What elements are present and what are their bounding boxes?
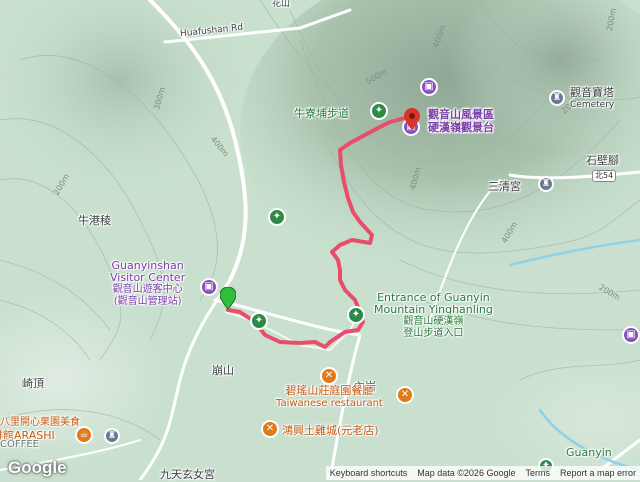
visitor-zh-line2: (觀音山管理站): [113, 296, 182, 307]
place-orchard[interactable]: 八里開心果園美食: [0, 413, 80, 428]
place-bengshan[interactable]: 崩山: [212, 362, 234, 378]
baota-sub: Cemetery: [570, 100, 615, 110]
camera-icon[interactable]: ▣: [200, 278, 218, 296]
end-pin-icon[interactable]: [404, 108, 420, 130]
trail-label-top[interactable]: 牛寮埔步道: [294, 105, 349, 121]
place-niugang[interactable]: 牛港稜: [78, 212, 111, 228]
place-cafe[interactable]: COFFEE: [0, 439, 39, 450]
entrance-label[interactable]: Entrance of Guanyin Mountain Yinghanling…: [374, 292, 493, 340]
restaurant-icon[interactable]: ✕: [396, 386, 414, 404]
route-shield[interactable]: 北54: [592, 170, 617, 182]
place-qiding[interactable]: 崎頂: [22, 375, 44, 391]
entrance-zh-line1: 觀音山硬漢嶺: [403, 316, 464, 327]
restaurant-icon[interactable]: ✕: [261, 420, 279, 438]
keyboard-shortcuts-link[interactable]: Keyboard shortcuts: [330, 468, 408, 478]
temple-icon[interactable]: ♜: [549, 90, 565, 106]
attribution-bar: Keyboard shortcuts Map data ©2026 Google…: [325, 466, 640, 480]
report-error-link[interactable]: Report a map error: [560, 468, 636, 478]
hiker-icon[interactable]: ✦: [250, 312, 268, 330]
place-sanqing[interactable]: 三清宮: [488, 178, 521, 194]
visitor-en-line2: Visitor Center: [110, 271, 186, 284]
restaurant-icon[interactable]: ✕: [320, 367, 338, 385]
camera-icon[interactable]: ▣: [420, 78, 438, 96]
place-chicken[interactable]: 鴻興土雞城(元老店): [282, 422, 379, 438]
restaurant-label[interactable]: 碧瑤山莊庭園餐廳 Taiwanese restaurant: [276, 384, 383, 410]
lookout-name-line2: 硬漢嶺觀景台: [428, 121, 494, 134]
place-guanyin-br[interactable]: Guanyin: [566, 446, 612, 459]
lookout-label[interactable]: 觀音山風景區 硬漢嶺觀景台: [428, 108, 494, 134]
hiker-icon[interactable]: ✦: [347, 306, 365, 324]
baota-name: 觀音寶塔: [570, 86, 614, 99]
map-canvas[interactable]: 400m 500m 400m 300m 400m 200m 400m 200m …: [0, 0, 640, 481]
lookout-name-line1: 觀音山風景區: [428, 108, 494, 121]
google-logo: Google: [8, 458, 67, 477]
terms-link[interactable]: Terms: [525, 468, 550, 478]
restaurant-icon[interactable]: ☕: [75, 426, 93, 444]
entrance-zh-line2: 登山步道入口: [403, 328, 464, 339]
map-data-credit: Map data ©2026 Google: [417, 468, 516, 478]
baota-label[interactable]: 觀音寶塔 Cemetery: [570, 86, 614, 112]
road-label-top[interactable]: 花山: [272, 0, 290, 9]
camera-icon[interactable]: ▣: [622, 326, 640, 344]
temple-icon[interactable]: ♜: [104, 428, 120, 444]
temple-icon[interactable]: ♜: [538, 176, 554, 192]
restaurant-name: 碧瑤山莊庭園餐廳: [285, 384, 374, 397]
start-pin-icon[interactable]: [220, 287, 236, 309]
hiker-icon[interactable]: ✦: [268, 208, 286, 226]
visitor-zh-line1: 觀音山遊客中心: [112, 284, 183, 295]
visitor-center-label[interactable]: Guanyinshan Visitor Center 觀音山遊客中心 (觀音山管…: [110, 260, 185, 308]
place-shibijiao[interactable]: 石壁腳: [586, 152, 619, 168]
hiker-icon[interactable]: ✦: [370, 102, 388, 120]
restaurant-type: Taiwanese restaurant: [276, 398, 383, 409]
entrance-en-line2: Mountain Yinghanling: [374, 303, 493, 316]
